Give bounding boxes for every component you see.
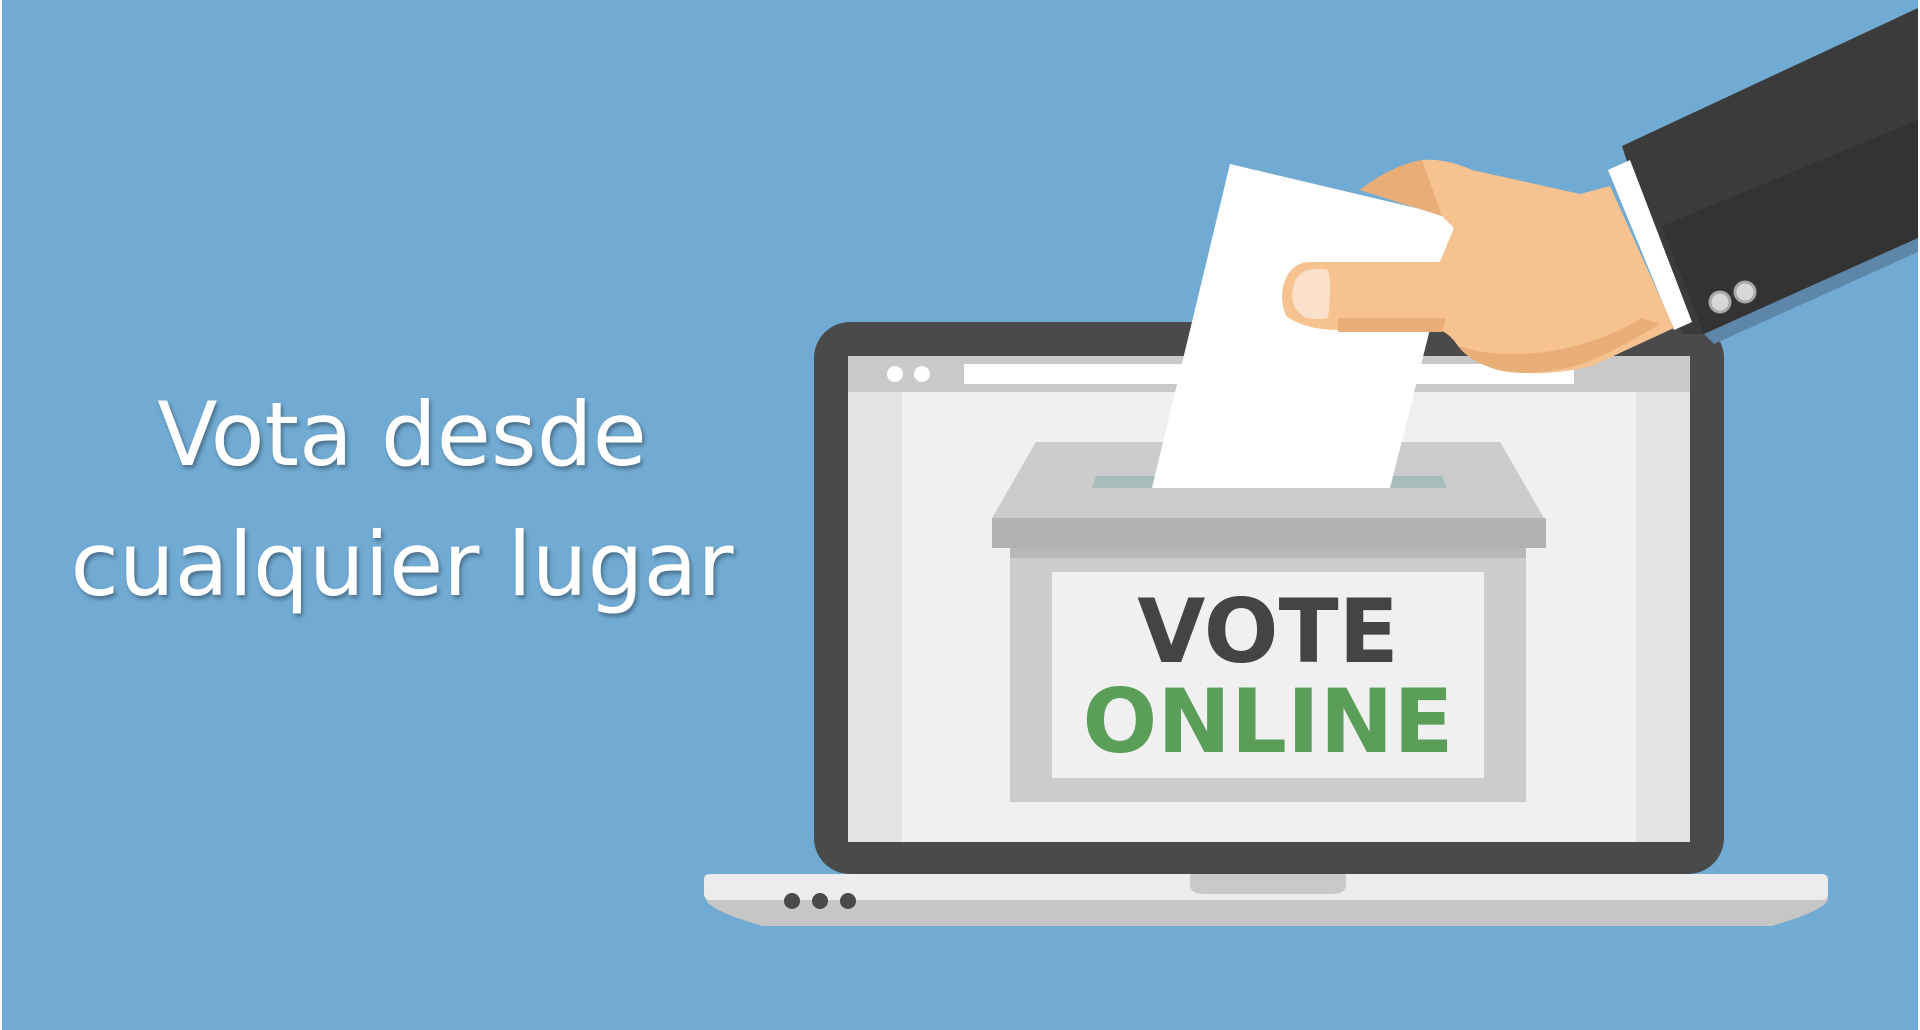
laptop-indicator-dot bbox=[840, 893, 856, 909]
laptop-base bbox=[704, 874, 1828, 926]
browser-dot-icon bbox=[914, 366, 930, 382]
vote-online-illustration: VOTE ONLINE bbox=[704, 8, 1918, 926]
label-vote: VOTE bbox=[1137, 580, 1399, 683]
laptop-indicator-dot bbox=[784, 893, 800, 909]
ballot-box: VOTE ONLINE bbox=[992, 442, 1546, 802]
cufflink-icon bbox=[1708, 290, 1732, 314]
label-online: ONLINE bbox=[1082, 670, 1453, 773]
laptop-indicator-dot bbox=[812, 893, 828, 909]
browser-dot-icon bbox=[887, 366, 903, 382]
banner: Vota desde cualquier lugar VOTE ONLINE bbox=[2, 0, 1918, 1030]
cufflink-icon bbox=[1733, 280, 1757, 304]
